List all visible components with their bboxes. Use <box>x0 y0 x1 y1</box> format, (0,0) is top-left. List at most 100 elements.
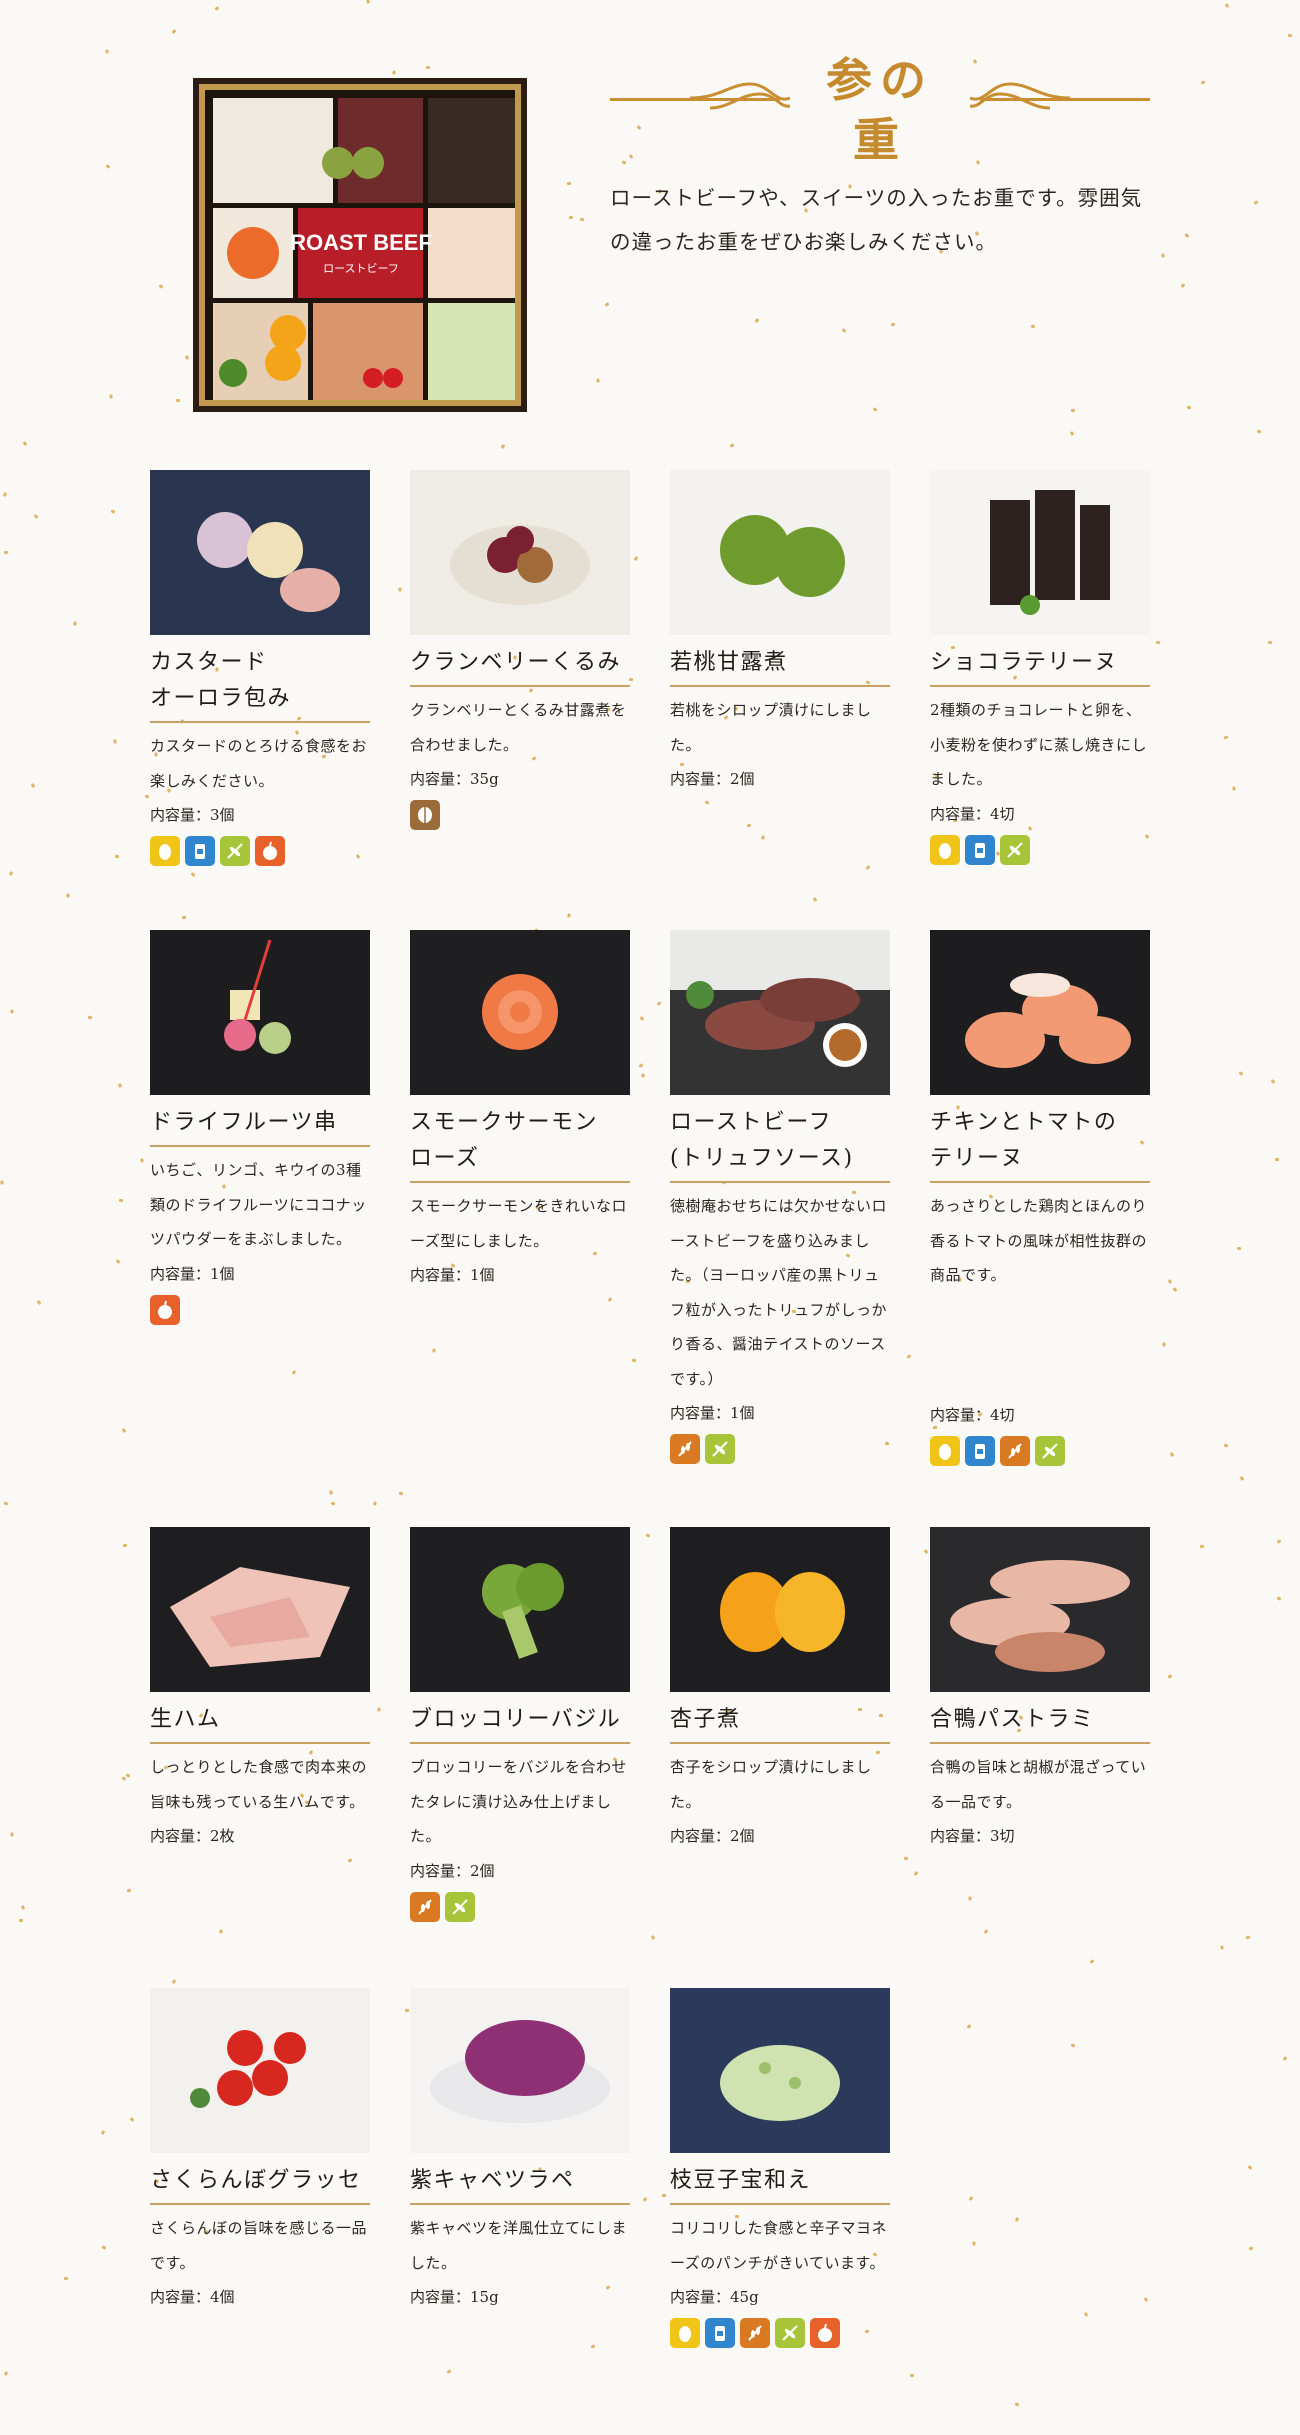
menu-item-name: さくらんぼグラッセ <box>150 2163 370 2205</box>
menu-item-card: ドライフルーツ串いちご、リンゴ、キウイの3種類のドライフルーツにココナッツパウダ… <box>150 930 370 1325</box>
intro-text: ローストビーフや、スイーツの入ったお重です。雰囲気の違ったお重をぜひお楽しみくだ… <box>610 186 1143 254</box>
menu-item-card: 合鴨パストラミ合鴨の旨味と胡椒が混ざっている一品です。内容量：3切 <box>930 1527 1150 1853</box>
menu-item-quantity: 内容量：2枚 <box>150 1827 235 1845</box>
wheat-allergen-icon <box>775 2318 805 2348</box>
menu-item-card: クランベリーくるみクランベリーとくるみ甘露煮を合わせました。内容量：35g <box>410 470 630 830</box>
menu-item-description: コリコリした食感と辛子マヨネーズのパンチがきいています。 <box>670 2219 888 2272</box>
menu-item-photo <box>410 1527 630 1692</box>
menu-item-card: ローストビーフ (トリュフソース) 徳樹庵おせちには欠かせないローストビーフを盛り… <box>670 930 890 1464</box>
wheat-allergen-icon <box>1000 834 1030 865</box>
section-title-ornament: 参の重 <box>610 50 1150 167</box>
menu-item-card: 若桃甘露煮 若桃をシロップ漬けにしました。 内容量：2個 <box>670 470 890 796</box>
menu-item-quantity: 内容量：1個 <box>670 1404 755 1422</box>
menu-item-name: 杏子煮 <box>670 1702 890 1744</box>
allergen-icons <box>670 2318 890 2348</box>
menu-item-photo <box>150 1988 370 2153</box>
roast-beef-package-text: ROAST BEEF <box>290 230 432 255</box>
allergen-icons <box>410 800 630 830</box>
jubako-photo: ROAST BEEF ローストビーフ <box>193 78 527 412</box>
menu-item-photo <box>410 930 630 1095</box>
menu-item-quantity: 内容量：1個 <box>150 1264 235 1283</box>
menu-item-description: クランベリーとくるみ甘露煮を合わせました。 <box>410 701 627 754</box>
menu-item-name: 生ハム <box>150 1702 370 1744</box>
menu-item-name: 若桃甘露煮 <box>670 645 890 687</box>
menu-item-description: さくらんぼの旨味を感じる一品です。 <box>150 2219 368 2272</box>
menu-item-quantity: 内容量：3個 <box>150 806 235 824</box>
milk-allergen-icon <box>965 834 995 865</box>
menu-item-description: あっさりとした鶏肉とほんのり香るトマトの風味が相性抜群の商品です。 <box>930 1197 1148 1284</box>
menu-item-name: クランベリーくるみ <box>410 645 630 687</box>
menu-item-photo <box>930 1527 1150 1692</box>
walnut-allergen-icon <box>410 800 440 830</box>
menu-item-photo <box>670 1988 890 2153</box>
menu-item-card: ブロッコリーバジルブロッコリーをバジルを合わせたタレに漬け込み仕上げました。内容… <box>410 1527 630 1922</box>
menu-item-name: ローストビーフ (トリュフソース) <box>670 1105 890 1183</box>
soybean-allergen-icon <box>740 2318 770 2348</box>
menu-item-name: 紫キャベツラペ <box>410 2163 630 2205</box>
milk-allergen-icon <box>185 836 215 866</box>
menu-item-name: ブロッコリーバジル <box>410 1702 630 1744</box>
menu-item-card: さくらんぼグラッセさくらんぼの旨味を感じる一品です。内容量：4個 <box>150 1988 370 2314</box>
menu-item-photo <box>930 930 1150 1095</box>
menu-item-description: 合鴨の旨味と胡椒が混ざっている一品です。 <box>930 1758 1147 1811</box>
soybean-allergen-icon <box>1000 1435 1030 1466</box>
menu-item-photo <box>670 470 890 635</box>
menu-item-description: 若桃をシロップ漬けにしました。 <box>670 701 872 754</box>
menu-item-quantity: 内容量：35g <box>410 770 499 788</box>
menu-item-quantity: 内容量：15g <box>410 2288 499 2306</box>
title-rule-right <box>980 98 1150 101</box>
soybean-allergen-icon <box>670 1434 700 1464</box>
menu-item-quantity: 内容量：1個 <box>410 1266 495 1284</box>
menu-item-name: カスタード オーロラ包み <box>150 645 370 723</box>
apple-allergen-icon <box>150 1294 180 1325</box>
menu-item-quantity: 内容量：2個 <box>670 1827 755 1845</box>
milk-allergen-icon <box>705 2318 735 2348</box>
menu-item-name: 枝豆子宝和え <box>670 2163 890 2205</box>
roast-beef-package-subtext: ローストビーフ <box>323 262 399 275</box>
menu-item-description: いちご、リンゴ、キウイの3種類のドライフルーツにココナッツパウダーをまぶしました… <box>150 1161 367 1248</box>
menu-item-description: ブロッコリーをバジルを合わせたタレに漬け込み仕上げました。 <box>410 1758 628 1845</box>
wheat-allergen-icon <box>1035 1435 1065 1466</box>
menu-item-photo <box>410 470 630 635</box>
wheat-allergen-icon <box>220 836 250 866</box>
apple-allergen-icon <box>810 2318 840 2348</box>
menu-item-description: 徳樹庵おせちには欠かせないローストビーフを盛り込みました。（ヨーロッパ産の黒トリ… <box>670 1197 888 1388</box>
menu-item-quantity: 内容量：3切 <box>930 1827 1015 1845</box>
milk-allergen-icon <box>965 1435 995 1466</box>
menu-item-quantity: 内容量：2個 <box>410 1861 495 1880</box>
menu-item-photo <box>150 1527 370 1692</box>
menu-item-quantity: 内容量：4切 <box>930 804 1015 823</box>
menu-item-name: ショコラテリーヌ <box>930 645 1150 687</box>
menu-item-description: 2種類のチョコレートと卵を、小麦粉を使わずに蒸し焼きにしました。 <box>930 701 1148 788</box>
allergen-icons <box>930 834 1150 865</box>
menu-item-card: 杏子煮杏子をシロップ漬けにしました。内容量：2個 <box>670 1527 890 1853</box>
allergen-icons <box>930 1435 1150 1466</box>
menu-item-photo <box>150 930 370 1095</box>
menu-item-description: 杏子をシロップ漬けにしました。 <box>670 1758 872 1811</box>
egg-allergen-icon <box>930 834 960 865</box>
menu-item-name: 合鴨パストラミ <box>930 1702 1150 1744</box>
menu-item-photo <box>150 470 370 635</box>
menu-item-photo <box>410 1988 630 2153</box>
menu-item-card: 枝豆子宝和え コリコリした食感と辛子マヨネーズのパンチがきいています。 内容量：45… <box>670 1988 890 2348</box>
egg-allergen-icon <box>930 1435 960 1466</box>
egg-allergen-icon <box>150 836 180 866</box>
menu-item-card: カスタード オーロラ包み カスタードのとろける食感をお楽しみください。 内容量：3個 <box>150 470 370 866</box>
egg-allergen-icon <box>670 2318 700 2348</box>
menu-item-name: ドライフルーツ串 <box>150 1105 370 1147</box>
menu-item-card: 紫キャベツラペ 紫キャベツを洋風仕立てにしました。 内容量：15g <box>410 1988 630 2314</box>
menu-item-photo <box>930 470 1150 635</box>
menu-item-description: しっとりとした食感で肉本来の旨味も残っている生ハムです。 <box>150 1758 368 1811</box>
allergen-icons <box>150 1294 370 1325</box>
soybean-allergen-icon <box>410 1891 440 1922</box>
menu-item-quantity: 内容量：4個 <box>150 2288 235 2306</box>
wheat-allergen-icon <box>445 1891 475 1922</box>
menu-item-card: ショコラテリーヌ 2種類のチョコレートと卵を、小麦粉を使わずに蒸し焼きにしました。… <box>930 470 1150 865</box>
menu-item-card: チキンとトマトの テリーヌ あっさりとした鶏肉とほんのり香るトマトの風味が相性抜群… <box>930 930 1150 1466</box>
allergen-icons <box>150 836 370 866</box>
allergen-icons <box>410 1891 630 1922</box>
page-title: 参の重 <box>826 53 934 167</box>
menu-item-card: 生ハムしっとりとした食感で肉本来の旨味も残っている生ハムです。内容量：2枚 <box>150 1527 370 1853</box>
wave-ornament-icon <box>970 82 1070 110</box>
apple-allergen-icon <box>255 836 285 866</box>
